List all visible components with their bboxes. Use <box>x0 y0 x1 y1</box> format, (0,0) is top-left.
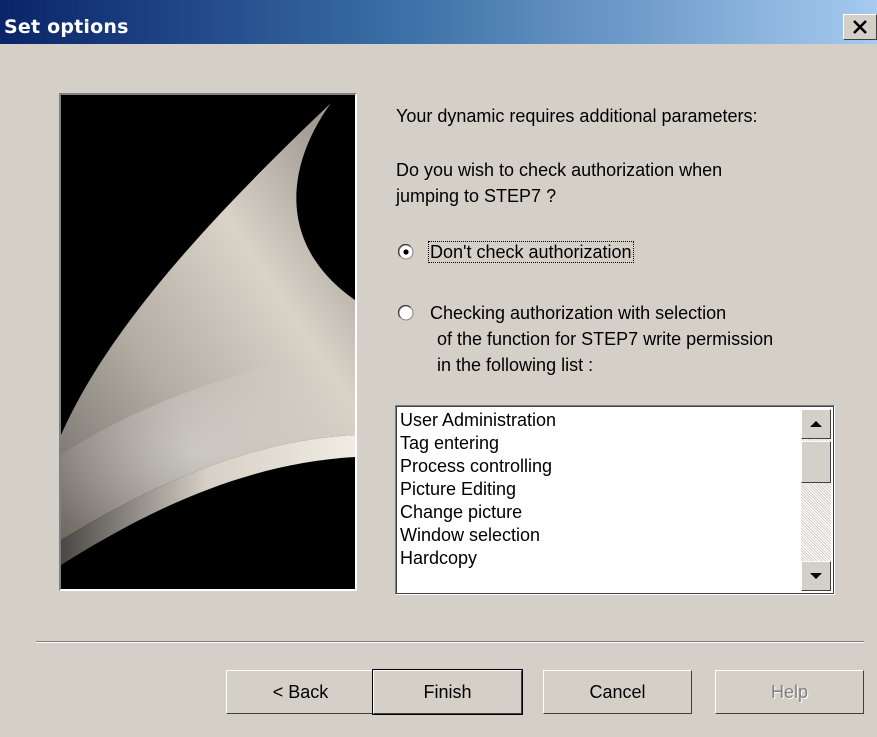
cancel-button[interactable]: Cancel <box>543 670 692 714</box>
separator-line <box>36 641 864 643</box>
close-button[interactable] <box>843 14 877 40</box>
permission-list-items: User Administration Tag entering Process… <box>400 409 800 570</box>
list-item[interactable]: Window selection <box>400 524 800 547</box>
list-item[interactable]: Hardcopy <box>400 547 800 570</box>
set-options-dialog: Set options Your dynamic requires additi… <box>0 0 877 737</box>
back-button[interactable]: < Back <box>226 670 375 714</box>
list-item[interactable]: Process controlling <box>400 455 800 478</box>
scroll-up-button[interactable] <box>801 409 831 439</box>
arrow-up-icon <box>810 421 822 427</box>
back-button-label: < Back <box>272 681 329 702</box>
arrow-down-icon <box>810 573 822 579</box>
radio-check-label-line-1: Checking authorization with selection <box>430 303 727 323</box>
radio-dont-check-label: Don't check authorization <box>428 241 634 263</box>
close-icon <box>853 20 867 34</box>
scroll-thumb[interactable] <box>801 441 831 483</box>
question-line-1: Do you wish to check authorization when <box>396 160 723 180</box>
radio-check-label-line-2: of the function for STEP7 write permissi… <box>437 329 774 349</box>
finish-button-label: Finish <box>423 681 472 702</box>
title-bar[interactable]: Set options <box>0 0 877 44</box>
scroll-down-button[interactable] <box>801 561 831 591</box>
help-button-label: Help <box>770 681 809 702</box>
list-item[interactable]: Tag entering <box>400 432 800 455</box>
radio-selected-icon[interactable] <box>398 244 414 260</box>
permission-listbox[interactable]: User Administration Tag entering Process… <box>395 405 835 595</box>
wizard-image <box>59 93 357 591</box>
radio-check-label-line-3: in the following list : <box>437 355 594 375</box>
intro-text: Your dynamic requires additional paramet… <box>396 106 758 126</box>
cancel-button-label: Cancel <box>589 681 646 702</box>
help-button[interactable]: Help <box>715 670 864 714</box>
list-scrollbar[interactable] <box>801 409 831 591</box>
wizard-artwork-icon <box>61 95 355 589</box>
list-item[interactable]: Picture Editing <box>400 478 800 501</box>
question-line-2: jumping to STEP7 ? <box>396 186 557 206</box>
finish-button[interactable]: Finish <box>372 669 523 715</box>
radio-unselected-icon[interactable] <box>398 305 414 321</box>
list-item[interactable]: Change picture <box>400 501 800 524</box>
list-item[interactable]: User Administration <box>400 409 800 432</box>
window-title: Set options <box>4 16 129 38</box>
